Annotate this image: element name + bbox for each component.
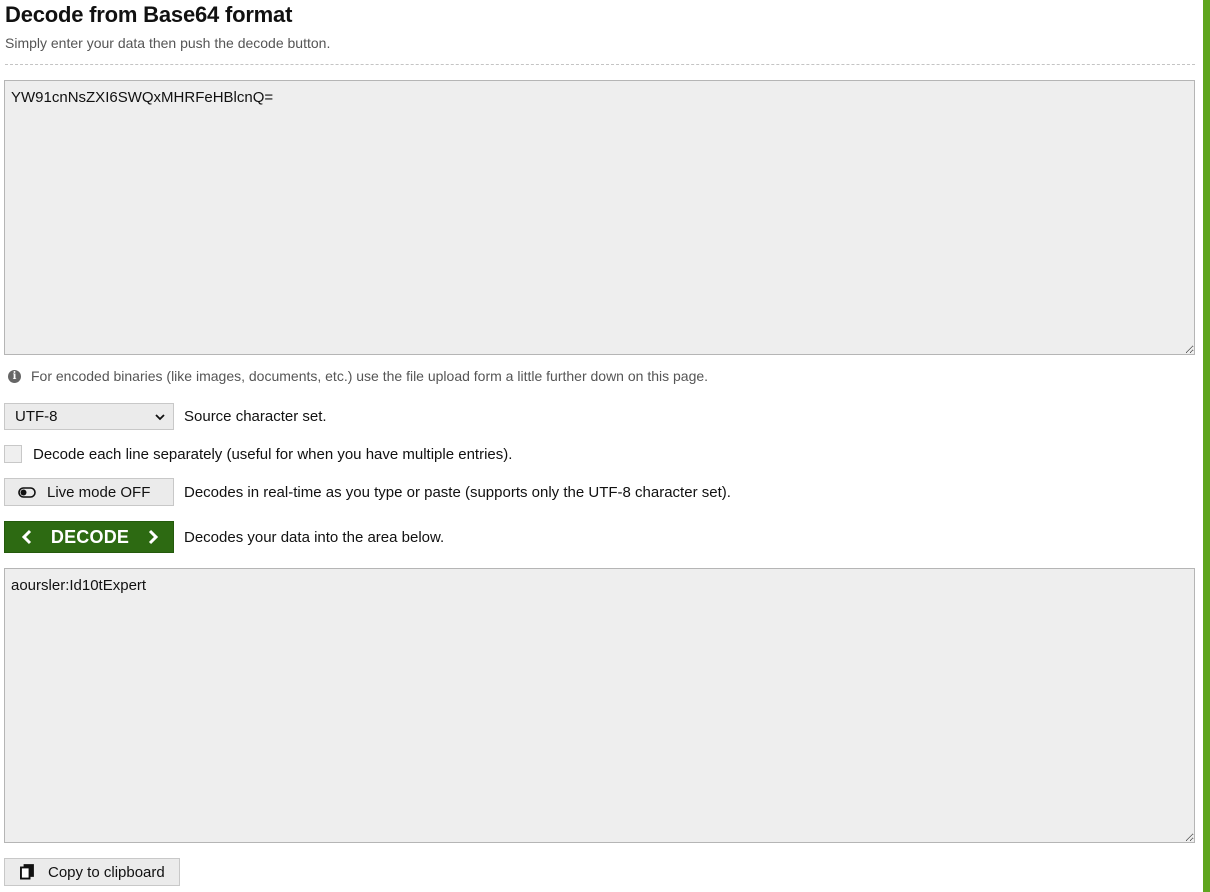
decode-lines-checkbox[interactable]	[4, 445, 22, 463]
copy-icon	[20, 864, 34, 880]
live-mode-row: Live mode OFF Decodes in real-time as yo…	[4, 478, 731, 506]
chevron-left-icon	[21, 529, 32, 545]
decode-button[interactable]: DECODE	[4, 521, 174, 553]
copy-button-label: Copy to clipboard	[48, 863, 165, 881]
copy-to-clipboard-button[interactable]: Copy to clipboard	[4, 858, 180, 886]
page-subtitle: Simply enter your data then push the dec…	[5, 35, 331, 51]
decode-description: Decodes your data into the area below.	[184, 528, 445, 546]
binary-upload-note-text: For encoded binaries (like images, docum…	[31, 368, 709, 384]
decode-lines-label[interactable]: Decode each line separately (useful for …	[33, 446, 512, 463]
toggle-off-icon	[18, 486, 36, 498]
charset-label: Source character set.	[184, 408, 327, 425]
binary-upload-note: i For encoded binaries (like images, doc…	[8, 367, 708, 385]
chevron-down-icon	[155, 414, 165, 421]
info-icon: i	[8, 369, 21, 383]
chevron-right-icon	[148, 529, 159, 545]
page-title: Decode from Base64 format	[5, 2, 293, 27]
charset-select[interactable]: UTF-8	[4, 403, 174, 430]
live-mode-description: Decodes in real-time as you type or past…	[184, 483, 731, 501]
accent-sidebar-border	[1203, 0, 1210, 892]
decode-row: DECODE Decodes your data into the area b…	[4, 521, 444, 553]
live-mode-button-label: Live mode OFF	[47, 483, 151, 501]
charset-select-value: UTF-8	[15, 408, 58, 425]
decode-button-label: DECODE	[50, 526, 130, 547]
line-option-row: Decode each line separately (useful for …	[4, 444, 512, 464]
decoded-output-textarea[interactable]: aoursler:Id10tExpert	[4, 568, 1195, 843]
divider	[5, 64, 1195, 65]
base64-input-textarea[interactable]: YW91cnNsZXI6SWQxMHRFeHBlcnQ=	[4, 80, 1195, 355]
live-mode-button[interactable]: Live mode OFF	[4, 478, 174, 506]
page: Decode from Base64 format Simply enter y…	[0, 0, 1210, 892]
charset-row: UTF-8 Source character set.	[4, 403, 327, 430]
